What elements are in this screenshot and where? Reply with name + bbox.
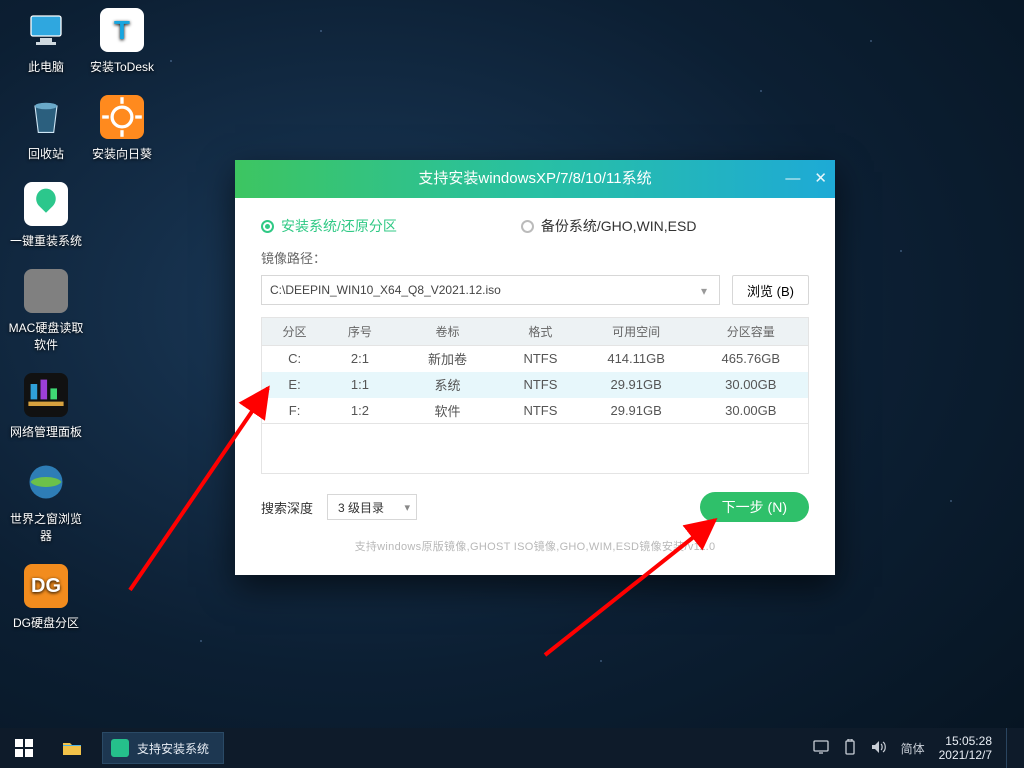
todesk-icon: T bbox=[100, 8, 144, 52]
desktop-icon-cloud[interactable]: 一键重装系统 bbox=[8, 182, 84, 249]
image-path-label: 镜像路径： bbox=[261, 248, 809, 267]
desktop-icon-mac[interactable]: MAC硬盘读取软件 bbox=[8, 269, 84, 353]
desktop-icon-label: 世界之窗浏览器 bbox=[8, 510, 84, 544]
dg-icon: DG bbox=[24, 564, 68, 608]
cell-cap: 465.76GB bbox=[694, 346, 809, 372]
cell-fmt: NTFS bbox=[502, 346, 579, 372]
partition-row[interactable]: C:2:1新加卷NTFS414.11GB465.76GB bbox=[262, 346, 809, 372]
th-capacity: 分区容量 bbox=[694, 318, 809, 346]
tray-clock[interactable]: 15:05:28 2021/12/7 bbox=[939, 734, 992, 762]
radio-dot-icon bbox=[521, 220, 534, 233]
desktop-icons-col2: T 安装ToDesk 安装向日葵 bbox=[84, 8, 160, 182]
desktop-icon-sun[interactable]: 安装向日葵 bbox=[84, 95, 160, 162]
tab-install-label: 安装系统/还原分区 bbox=[281, 216, 397, 236]
partition-table-blank bbox=[261, 424, 809, 474]
desktop-icon-label: MAC硬盘读取软件 bbox=[8, 319, 84, 353]
start-button[interactable] bbox=[0, 728, 48, 768]
image-path-input[interactable]: C:\DEEPIN_WIN10_X64_Q8_V2021.12.iso ▾ bbox=[261, 275, 720, 305]
dropdown-icon[interactable]: ▾ bbox=[695, 282, 713, 300]
minimize-icon[interactable]: — bbox=[785, 160, 800, 198]
th-volume: 卷标 bbox=[393, 318, 502, 346]
desktop-icon-label: DG硬盘分区 bbox=[8, 614, 84, 631]
partition-row[interactable]: F:1:2软件NTFS29.91GB30.00GB bbox=[262, 398, 809, 424]
browse-button[interactable]: 浏览 (B) bbox=[732, 275, 809, 305]
tray-network-icon[interactable] bbox=[813, 740, 829, 757]
desktop-icons-col1: 此电脑回收站一键重装系统 MAC硬盘读取软件网络管理面板世界之窗浏览器 DG DG硬盘… bbox=[8, 8, 84, 651]
globe-icon bbox=[24, 460, 68, 504]
cell-idx: 1:2 bbox=[327, 398, 393, 424]
tray-ime-indicator[interactable]: 简体 bbox=[901, 740, 925, 757]
tray-volume-icon[interactable] bbox=[871, 740, 887, 757]
close-icon[interactable]: ✕ bbox=[814, 160, 827, 198]
file-explorer-button[interactable] bbox=[48, 728, 96, 768]
desktop-icon-globe[interactable]: 世界之窗浏览器 bbox=[8, 460, 84, 544]
tray-battery-icon[interactable] bbox=[843, 739, 857, 758]
desktop-icon-label: 网络管理面板 bbox=[8, 423, 84, 440]
taskbar: 支持安装系统 简体 15:05:28 2021/12/7 bbox=[0, 728, 1024, 768]
installer-title-text: 支持安装windowsXP/7/8/10/11系统 bbox=[418, 170, 651, 187]
cell-free: 29.91GB bbox=[579, 398, 694, 424]
tray-time: 15:05:28 bbox=[939, 734, 992, 748]
tab-backup-label: 备份系统/GHO,WIN,ESD bbox=[541, 216, 697, 236]
cell-part: F: bbox=[262, 398, 328, 424]
desktop-icon-pc[interactable]: 此电脑 bbox=[8, 8, 84, 75]
search-depth-select[interactable]: 3 级目录 bbox=[327, 494, 417, 520]
desktop-icon-label: 安装向日葵 bbox=[84, 145, 160, 162]
desktop-icon-bin[interactable]: 回收站 bbox=[8, 95, 84, 162]
desktop-icon-net[interactable]: 网络管理面板 bbox=[8, 373, 84, 440]
taskbar-task-installer[interactable]: 支持安装系统 bbox=[102, 732, 224, 764]
cell-free: 414.11GB bbox=[579, 346, 694, 372]
cell-cap: 30.00GB bbox=[694, 372, 809, 398]
next-button[interactable]: 下一步 (N) bbox=[700, 492, 809, 522]
cell-cap: 30.00GB bbox=[694, 398, 809, 424]
installer-footer-text: 支持windows原版镜像,GHOST ISO镜像,GHO,WIM,ESD镜像安… bbox=[261, 538, 809, 554]
task-app-icon bbox=[111, 739, 129, 757]
cell-vol: 系统 bbox=[393, 372, 502, 398]
installer-titlebar: 支持安装windowsXP/7/8/10/11系统 — ✕ bbox=[235, 160, 835, 198]
search-depth-value: 3 级目录 bbox=[338, 499, 384, 516]
th-format: 格式 bbox=[502, 318, 579, 346]
mac-icon bbox=[24, 269, 68, 313]
cloud-icon bbox=[24, 182, 68, 226]
bin-icon bbox=[24, 95, 68, 139]
radio-dot-icon bbox=[261, 220, 274, 233]
th-index: 序号 bbox=[327, 318, 393, 346]
pc-icon bbox=[24, 8, 68, 52]
cell-vol: 新加卷 bbox=[393, 346, 502, 372]
tab-install-restore[interactable]: 安装系统/还原分区 bbox=[261, 216, 397, 236]
cell-free: 29.91GB bbox=[579, 372, 694, 398]
desktop-icon-dg[interactable]: DG DG硬盘分区 bbox=[8, 564, 84, 631]
search-depth-label: 搜索深度 bbox=[261, 498, 313, 517]
cell-idx: 2:1 bbox=[327, 346, 393, 372]
desktop-icon-label: 回收站 bbox=[8, 145, 84, 162]
th-partition: 分区 bbox=[262, 318, 328, 346]
desktop-icon-label: 安装ToDesk bbox=[84, 58, 160, 75]
th-free: 可用空间 bbox=[579, 318, 694, 346]
net-icon bbox=[24, 373, 68, 417]
image-path-value: C:\DEEPIN_WIN10_X64_Q8_V2021.12.iso bbox=[270, 283, 501, 297]
cell-fmt: NTFS bbox=[502, 372, 579, 398]
cell-part: E: bbox=[262, 372, 328, 398]
sun-icon bbox=[100, 95, 144, 139]
cell-part: C: bbox=[262, 346, 328, 372]
desktop-icon-label: 一键重装系统 bbox=[8, 232, 84, 249]
show-desktop-button[interactable] bbox=[1006, 728, 1014, 768]
task-title: 支持安装系统 bbox=[137, 740, 209, 757]
tray-date: 2021/12/7 bbox=[939, 748, 992, 762]
installer-window: 支持安装windowsXP/7/8/10/11系统 — ✕ 安装系统/还原分区 … bbox=[235, 160, 835, 575]
cell-fmt: NTFS bbox=[502, 398, 579, 424]
cell-idx: 1:1 bbox=[327, 372, 393, 398]
tab-backup[interactable]: 备份系统/GHO,WIN,ESD bbox=[521, 216, 697, 236]
partition-table: 分区 序号 卷标 格式 可用空间 分区容量 C:2:1新加卷NTFS414.11… bbox=[261, 317, 809, 424]
partition-row[interactable]: E:1:1系统NTFS29.91GB30.00GB bbox=[262, 372, 809, 398]
cell-vol: 软件 bbox=[393, 398, 502, 424]
desktop-icon-label: 此电脑 bbox=[8, 58, 84, 75]
desktop-icon-todesk[interactable]: T 安装ToDesk bbox=[84, 8, 160, 75]
